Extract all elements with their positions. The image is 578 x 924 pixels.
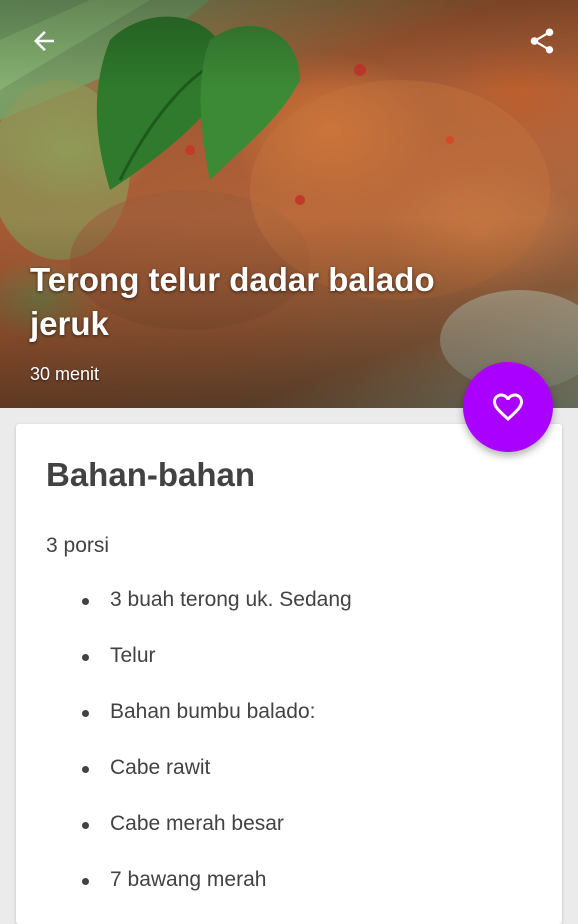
share-icon xyxy=(530,28,554,54)
ingredient-text: Telur xyxy=(110,644,156,667)
ingredient-text: 3 buah terong uk. Sedang xyxy=(110,588,352,611)
ingredients-card: Bahan-bahan 3 porsi 3 buah terong uk. Se… xyxy=(16,424,562,924)
ingredient-item: 3 buah terong uk. Sedang xyxy=(46,572,352,628)
arrow-back-icon xyxy=(34,31,54,51)
recipe-duration: 30 menit xyxy=(30,364,100,384)
recipe-hero-image: Terong telur dadar balado jeruk 30 menit xyxy=(0,0,578,408)
servings-text: 3 porsi xyxy=(46,534,110,557)
share-button[interactable] xyxy=(520,19,564,63)
ingredient-text: Bahan bumbu balado: xyxy=(110,700,316,723)
ingredient-item: Cabe rawit xyxy=(46,740,352,796)
bullet-icon xyxy=(82,710,89,717)
bullet-icon xyxy=(82,598,89,605)
bullet-icon xyxy=(82,878,89,885)
favorite-button[interactable] xyxy=(463,362,553,452)
back-button[interactable] xyxy=(22,19,66,63)
ingredients-list: 3 buah terong uk. Sedang Telur Bahan bum… xyxy=(46,572,352,908)
ingredient-text: Cabe merah besar xyxy=(110,812,284,835)
heart-outline-icon xyxy=(493,393,523,422)
ingredient-item: Bahan bumbu balado: xyxy=(46,684,352,740)
bullet-icon xyxy=(82,822,89,829)
bullet-icon xyxy=(82,766,89,773)
ingredient-item: Cabe merah besar xyxy=(46,796,352,852)
ingredients-heading: Bahan-bahan xyxy=(46,456,256,493)
ingredient-text: 7 bawang merah xyxy=(110,868,267,891)
recipe-title: Terong telur dadar balado jeruk xyxy=(30,261,435,342)
ingredient-text: Cabe rawit xyxy=(110,756,211,779)
bullet-icon xyxy=(82,654,89,661)
ingredient-item: Telur xyxy=(46,628,352,684)
